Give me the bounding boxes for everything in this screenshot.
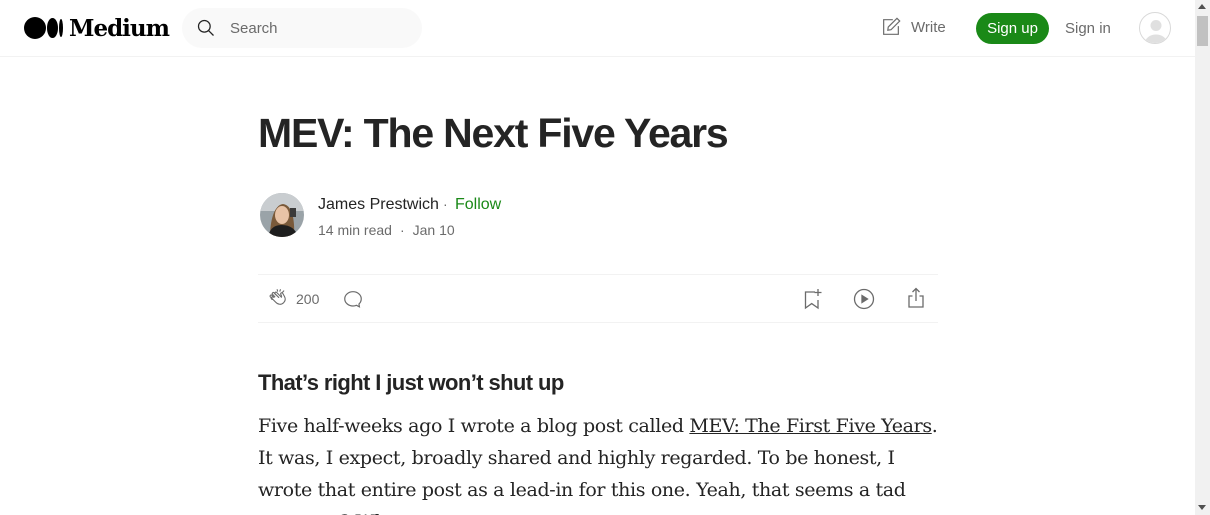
- follow-button[interactable]: Follow: [455, 196, 501, 214]
- separator-dot: ·: [399, 222, 405, 238]
- author-avatar[interactable]: [260, 193, 304, 237]
- paragraph-text: Five half-weeks ago I wrote a blog post …: [258, 415, 690, 437]
- clap-button[interactable]: 200: [268, 288, 319, 310]
- search-box[interactable]: [182, 8, 422, 48]
- scroll-up-arrow-icon[interactable]: [1198, 4, 1206, 9]
- signin-link[interactable]: Sign in: [1065, 20, 1111, 37]
- top-navigation-bar: Medium Write Sign up Sign in: [0, 0, 1195, 57]
- article-title: MEV: The Next Five Years: [258, 110, 729, 156]
- search-icon: [197, 19, 214, 36]
- logo-text: Medium: [69, 14, 170, 42]
- article-action-bar: 200: [258, 274, 938, 323]
- signup-button[interactable]: Sign up: [976, 13, 1049, 44]
- clap-icon: [269, 289, 286, 305]
- write-icon: [883, 17, 901, 35]
- scrollbar-thumb[interactable]: [1197, 16, 1208, 46]
- article-meta: 14 min read · Jan 10: [318, 222, 455, 238]
- play-icon[interactable]: [852, 287, 876, 311]
- medium-logo-icon: [24, 14, 63, 42]
- article-paragraph: Five half-weeks ago I wrote a blog post …: [258, 410, 940, 515]
- write-label: Write: [911, 18, 946, 36]
- mev-first-five-years-link[interactable]: MEV: The First Five Years: [689, 415, 932, 437]
- bookmark-icon[interactable]: [801, 287, 823, 311]
- comment-icon[interactable]: [342, 288, 364, 310]
- page-scrollbar[interactable]: [1195, 0, 1210, 515]
- clap-count: 200: [296, 291, 320, 307]
- medium-logo[interactable]: Medium: [24, 14, 170, 42]
- share-icon[interactable]: [905, 286, 927, 310]
- separator-dot: ·: [443, 196, 448, 212]
- publish-date: Jan 10: [412, 222, 455, 238]
- author-name-link[interactable]: James Prestwich: [318, 196, 439, 214]
- section-heading: That’s right I just won’t shut up: [258, 370, 564, 395]
- write-button[interactable]: Write: [880, 16, 946, 38]
- user-avatar-icon[interactable]: [1139, 12, 1171, 44]
- read-time: 14 min read: [318, 222, 392, 238]
- scroll-down-arrow-icon[interactable]: [1198, 505, 1206, 510]
- search-input[interactable]: [230, 19, 410, 37]
